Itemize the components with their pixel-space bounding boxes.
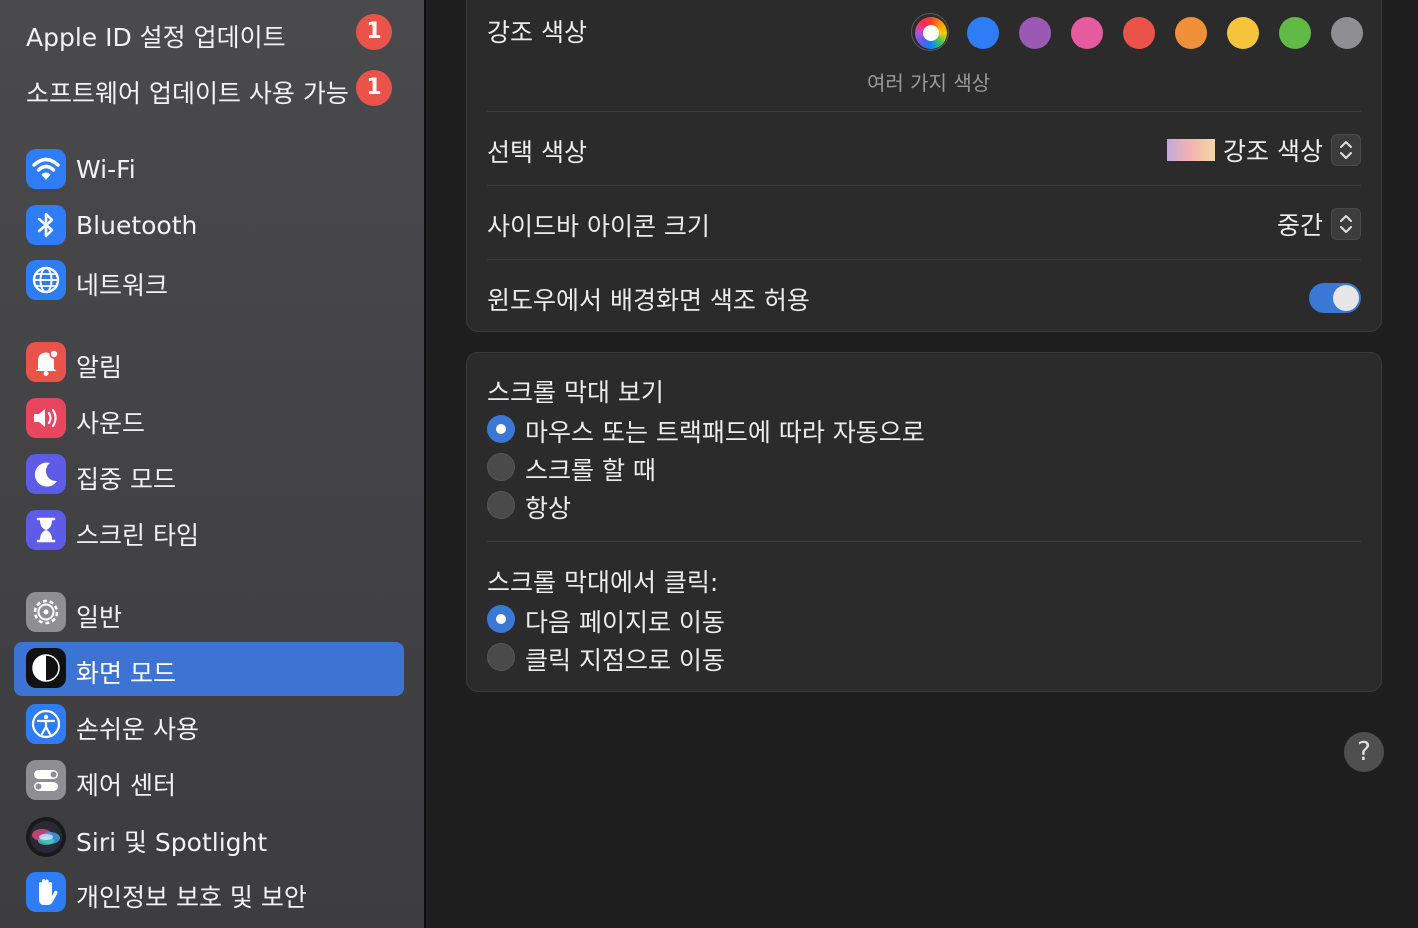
scrollbar-settings-panel: 스크롤 막대 보기 마우스 또는 트랙패드에 따라 자동으로 스크롤 할 때 항… — [466, 352, 1382, 692]
sidebar-item-privacy-security[interactable]: 개인정보 보호 및 보안 — [14, 866, 404, 920]
sidebar-item-label: Siri 및 Spotlight — [76, 828, 268, 857]
software-update-row[interactable]: 소프트웨어 업데이트 사용 가능 1 — [26, 68, 396, 108]
sidebar-item-network[interactable]: 네트워크 — [14, 254, 404, 308]
highlight-color-swatch — [1167, 139, 1216, 161]
accent-purple-swatch[interactable] — [1019, 17, 1051, 49]
sidebar-item-label: 손쉬운 사용 — [76, 715, 199, 744]
notification-badge: 1 — [356, 14, 392, 50]
radio-label: 항상 — [525, 494, 572, 523]
accent-color-label: 강조 색상 — [487, 18, 587, 47]
accent-orange-swatch[interactable] — [1175, 17, 1207, 49]
accent-yellow-swatch[interactable] — [1227, 17, 1259, 49]
sidebar-item-general[interactable]: 일반 — [14, 586, 404, 640]
sidebar-item-label: 집중 모드 — [76, 465, 176, 494]
accent-multicolor-swatch[interactable] — [911, 13, 949, 51]
accent-color-caption: 여러 가지 색상 — [867, 71, 991, 95]
divider — [487, 185, 1361, 186]
accent-graphite-swatch[interactable] — [1331, 17, 1363, 49]
notification-badge: 1 — [356, 70, 392, 106]
highlight-color-popup[interactable]: 강조 색상 — [1167, 133, 1361, 167]
appearance-settings-panel: 강조 색상 여러 가지 색상 선택 색상 강조 색상 사이드바 아이콘 크기 중… — [466, 0, 1382, 332]
radio-button[interactable] — [487, 491, 515, 519]
bluetooth-icon — [26, 205, 66, 245]
sidebar-item-wifi[interactable]: Wi-Fi — [14, 143, 404, 197]
hand-icon — [26, 872, 66, 912]
radio-label: 클릭 지점으로 이동 — [525, 646, 725, 675]
moon-icon — [26, 454, 66, 494]
radio-button[interactable] — [487, 453, 515, 481]
accent-green-swatch[interactable] — [1279, 17, 1311, 49]
sidebar-item-bluetooth[interactable]: Bluetooth — [14, 199, 404, 253]
highlight-color-label: 선택 색상 — [487, 138, 587, 167]
sidebar-item-label: 스크린 타임 — [76, 521, 199, 550]
bell-icon — [26, 342, 66, 382]
wallpaper-tinting-label: 윈도우에서 배경화면 색조 허용 — [487, 286, 810, 315]
sidebar: Apple ID 설정 업데이트 1 소프트웨어 업데이트 사용 가능 1 Wi… — [0, 0, 424, 928]
globe-icon — [26, 260, 66, 300]
sidebar-item-notifications[interactable]: 알림 — [14, 336, 404, 390]
sidebar-item-appearance[interactable]: 화면 모드 — [14, 642, 404, 696]
sidebar-item-siri-spotlight[interactable]: Siri 및 Spotlight — [14, 811, 404, 865]
speaker-icon — [26, 398, 66, 438]
divider — [487, 111, 1361, 112]
radio-label: 마우스 또는 트랙패드에 따라 자동으로 — [525, 418, 925, 447]
click-scrollbar-title: 스크롤 막대에서 클릭: — [487, 568, 719, 597]
gear-icon — [26, 592, 66, 632]
radio-button-selected[interactable] — [487, 605, 515, 633]
sidebar-item-label: Bluetooth — [76, 211, 198, 240]
sidebar-item-focus[interactable]: 집중 모드 — [14, 448, 404, 502]
sidebar-item-label: 사운드 — [76, 409, 146, 438]
radio-button-selected[interactable] — [487, 415, 515, 443]
apple-id-update-row[interactable]: Apple ID 설정 업데이트 1 — [26, 12, 396, 52]
hourglass-icon — [26, 510, 66, 550]
sidebar-item-label: 개인정보 보호 및 보안 — [76, 883, 307, 912]
accent-pink-swatch[interactable] — [1071, 17, 1103, 49]
sidebar-item-label: 알림 — [76, 353, 123, 382]
main-content: 강조 색상 여러 가지 색상 선택 색상 강조 색상 사이드바 아이콘 크기 중… — [426, 0, 1418, 928]
chevron-updown-icon — [1331, 134, 1361, 166]
wallpaper-tinting-toggle[interactable] — [1309, 283, 1361, 313]
software-update-label: 소프트웨어 업데이트 사용 가능 — [26, 79, 349, 108]
radio-button[interactable] — [487, 643, 515, 671]
sidebar-item-label: Wi-Fi — [76, 155, 136, 184]
divider — [487, 541, 1361, 542]
show-scrollbars-title: 스크롤 막대 보기 — [487, 378, 664, 407]
apple-id-update-label: Apple ID 설정 업데이트 — [26, 23, 286, 52]
help-button[interactable]: ? — [1344, 732, 1384, 772]
divider — [487, 259, 1361, 260]
accessibility-icon — [26, 704, 66, 744]
highlight-color-value: 강조 색상 — [1223, 137, 1323, 166]
appearance-icon — [26, 648, 66, 688]
sidebar-icon-size-value: 중간 — [1276, 211, 1323, 240]
control-center-icon — [26, 760, 66, 800]
sidebar-item-label: 화면 모드 — [76, 659, 176, 688]
sidebar-item-screen-time[interactable]: 스크린 타임 — [14, 504, 404, 558]
radio-label: 다음 페이지로 이동 — [525, 608, 725, 637]
sidebar-item-sound[interactable]: 사운드 — [14, 392, 404, 446]
sidebar-item-control-center[interactable]: 제어 센터 — [14, 754, 404, 808]
chevron-updown-icon — [1331, 208, 1361, 240]
sidebar-item-label: 일반 — [76, 603, 123, 632]
sidebar-item-accessibility[interactable]: 손쉬운 사용 — [14, 698, 404, 752]
sidebar-item-label: 제어 센터 — [76, 771, 176, 800]
radio-label: 스크롤 할 때 — [525, 456, 656, 485]
sidebar-item-label: 네트워크 — [76, 271, 169, 300]
wifi-icon — [26, 149, 66, 189]
siri-icon — [26, 817, 66, 857]
sidebar-icon-size-label: 사이드바 아이콘 크기 — [487, 212, 710, 241]
accent-red-swatch[interactable] — [1123, 17, 1155, 49]
accent-blue-swatch[interactable] — [967, 17, 999, 49]
sidebar-icon-size-popup[interactable]: 중간 — [1277, 207, 1361, 241]
